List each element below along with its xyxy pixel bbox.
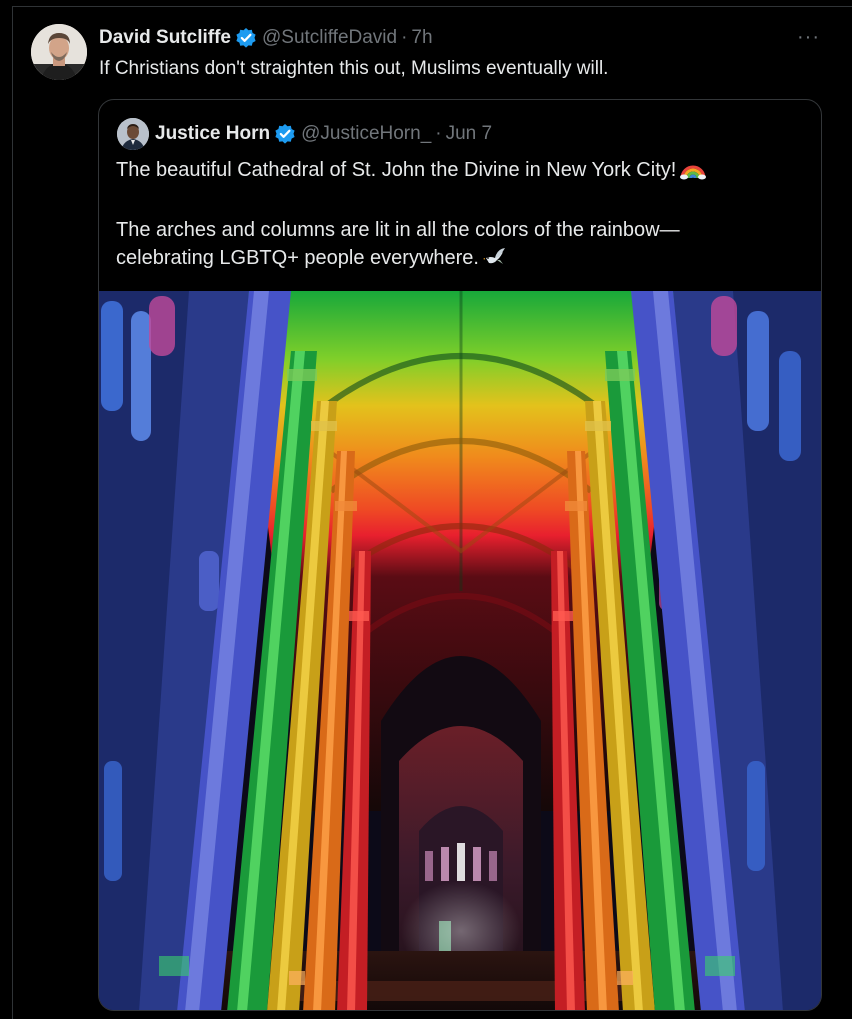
- quoted-author-avatar[interactable]: [117, 118, 149, 150]
- quoted-author-name[interactable]: Justice Horn: [155, 123, 270, 145]
- author-avatar[interactable]: [31, 24, 87, 80]
- separator-dot: ·: [435, 123, 442, 144]
- author-name[interactable]: David Sutcliffe: [99, 27, 231, 49]
- quoted-text-line-1: The beautiful Cathedral of St. John the …: [116, 159, 677, 181]
- more-options-icon[interactable]: ···: [797, 26, 820, 49]
- quoted-tweet-timestamp[interactable]: Jun 7: [446, 123, 492, 145]
- quoted-tweet-header: Justice Horn @JusticeHorn_ · Jun 7: [155, 121, 492, 147]
- verified-badge-icon: [274, 123, 296, 145]
- tweet-header: David Sutcliffe @SutcliffeDavid · 7h: [99, 25, 433, 51]
- quoted-text-line-3: celebrating LGBTQ+ people everywhere.: [116, 247, 479, 269]
- quoted-author-handle[interactable]: @JusticeHorn_: [301, 123, 431, 145]
- tweet-text: If Christians don't straighten this out,…: [99, 58, 609, 79]
- quoted-tweet-card[interactable]: Justice Horn @JusticeHorn_ · Jun 7 The b…: [98, 99, 822, 1011]
- quoted-text-line-2: The arches and columns are lit in all th…: [116, 219, 680, 241]
- author-handle[interactable]: @SutcliffeDavid: [262, 27, 397, 49]
- verified-badge-icon: [235, 27, 257, 49]
- rainbow-icon: [680, 158, 707, 188]
- separator-dot: ·: [401, 27, 408, 48]
- tweet-timestamp[interactable]: 7h: [411, 27, 432, 49]
- cathedral-photo[interactable]: [99, 291, 821, 1010]
- quoted-tweet-text: The beautiful Cathedral of St. John the …: [116, 156, 796, 276]
- dove-icon: [482, 246, 509, 276]
